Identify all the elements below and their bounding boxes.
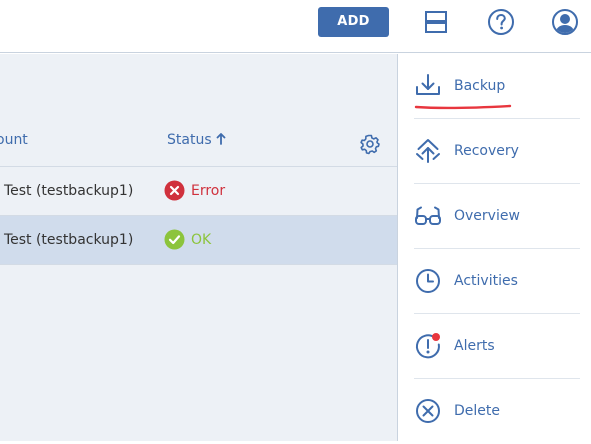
action-backup[interactable]: Backup <box>414 54 580 119</box>
row-account-name: t Test (testbackup1) <box>0 232 134 248</box>
table-area: ount Status t Test (testbackup1) Error t <box>0 54 397 441</box>
action-delete[interactable]: Delete <box>414 379 580 444</box>
column-header-status-label: Status <box>167 132 212 148</box>
overview-glasses-icon <box>414 202 442 230</box>
action-alerts[interactable]: Alerts <box>414 314 580 379</box>
action-label: Activities <box>454 273 518 289</box>
column-header-status[interactable]: Status <box>167 132 226 149</box>
recovery-icon <box>414 137 442 165</box>
row-account-name: t Test (testbackup1) <box>0 183 134 199</box>
action-label: Overview <box>454 208 520 224</box>
table-header: ount Status <box>0 114 397 167</box>
ok-check-icon <box>164 229 185 254</box>
action-label: Alerts <box>454 338 495 354</box>
table-row[interactable]: t Test (testbackup1) OK <box>0 216 397 265</box>
column-header-account[interactable]: ount <box>0 132 28 148</box>
add-button[interactable]: ADD <box>318 7 389 37</box>
action-recovery[interactable]: Recovery <box>414 119 580 184</box>
delete-icon <box>414 397 442 425</box>
action-label: Recovery <box>454 143 519 159</box>
top-bar: ADD <box>0 0 591 53</box>
action-label: Delete <box>454 403 500 419</box>
sort-ascending-icon <box>216 133 226 149</box>
active-underline <box>414 96 514 115</box>
action-overview[interactable]: Overview <box>414 184 580 249</box>
action-label: Backup <box>454 78 506 94</box>
action-activities[interactable]: Activities <box>414 249 580 314</box>
activities-clock-icon <box>414 267 442 295</box>
error-icon <box>164 180 185 205</box>
row-status-text: Error <box>191 183 226 199</box>
alerts-icon <box>414 332 442 360</box>
layout-icon[interactable] <box>421 7 451 37</box>
column-settings-gear-icon[interactable] <box>359 133 381 155</box>
actions-panel: Backup Recovery Overview Activities Aler… <box>397 54 591 441</box>
help-icon[interactable] <box>486 7 516 37</box>
user-icon[interactable] <box>550 7 580 37</box>
row-status-text: OK <box>191 232 212 248</box>
table-row[interactable]: t Test (testbackup1) Error <box>0 167 397 216</box>
